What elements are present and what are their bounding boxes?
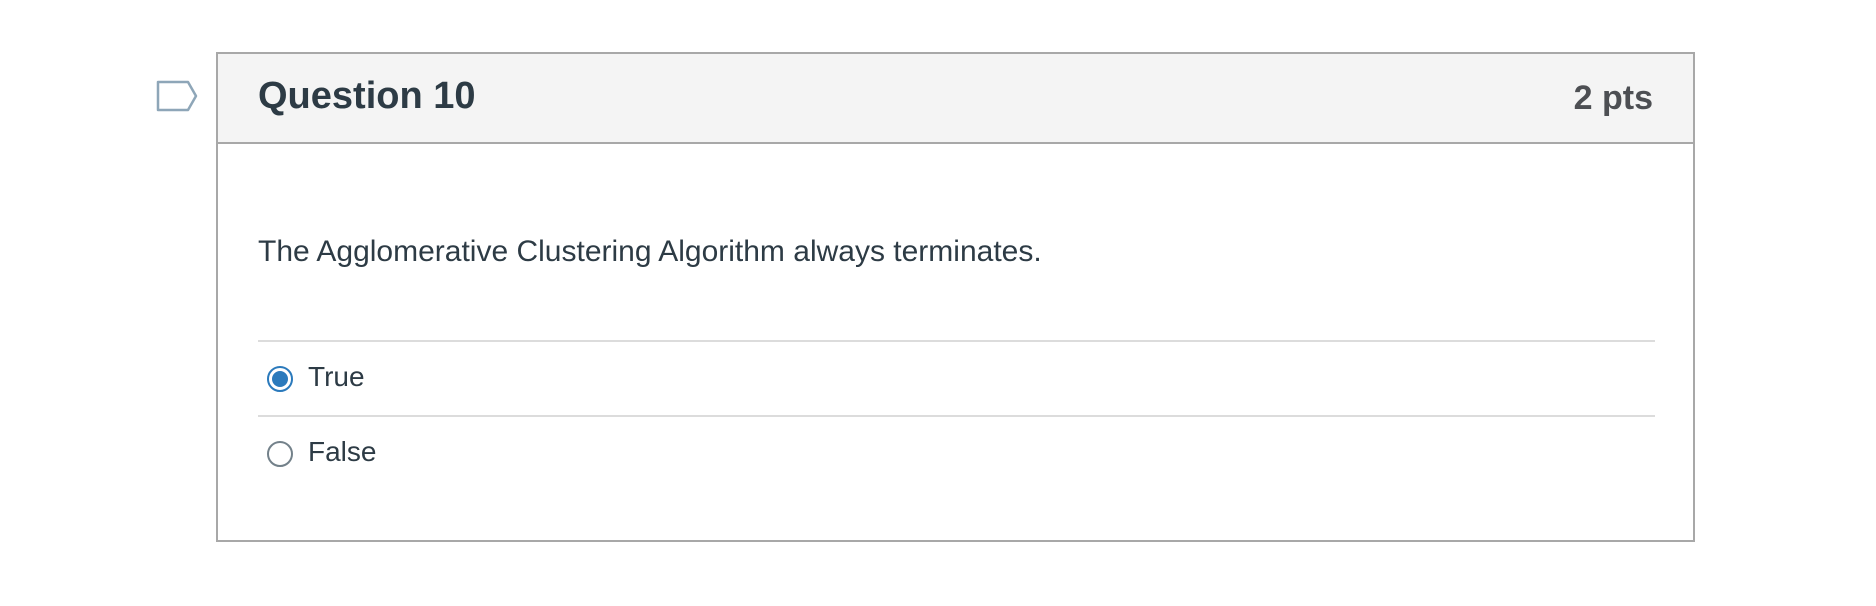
question-text: The Agglomerative Clustering Algorithm a… — [258, 235, 1042, 268]
question-card: Question 10 2 pts The Agglomerative Clus… — [216, 52, 1695, 542]
answer-label: False — [308, 436, 377, 467]
radio-button-selected[interactable] — [267, 366, 293, 392]
answer-option-false[interactable]: False — [258, 415, 1655, 490]
question-points: 2 pts — [1573, 79, 1653, 117]
flag-question-icon[interactable] — [156, 80, 200, 116]
question-title: Question 10 — [258, 75, 476, 117]
answer-option-true[interactable]: True — [258, 340, 1655, 415]
question-header: Question 10 2 pts — [218, 54, 1693, 144]
radio-button[interactable] — [267, 441, 293, 467]
answer-list: True False — [258, 340, 1655, 490]
answer-label: True — [308, 361, 365, 392]
